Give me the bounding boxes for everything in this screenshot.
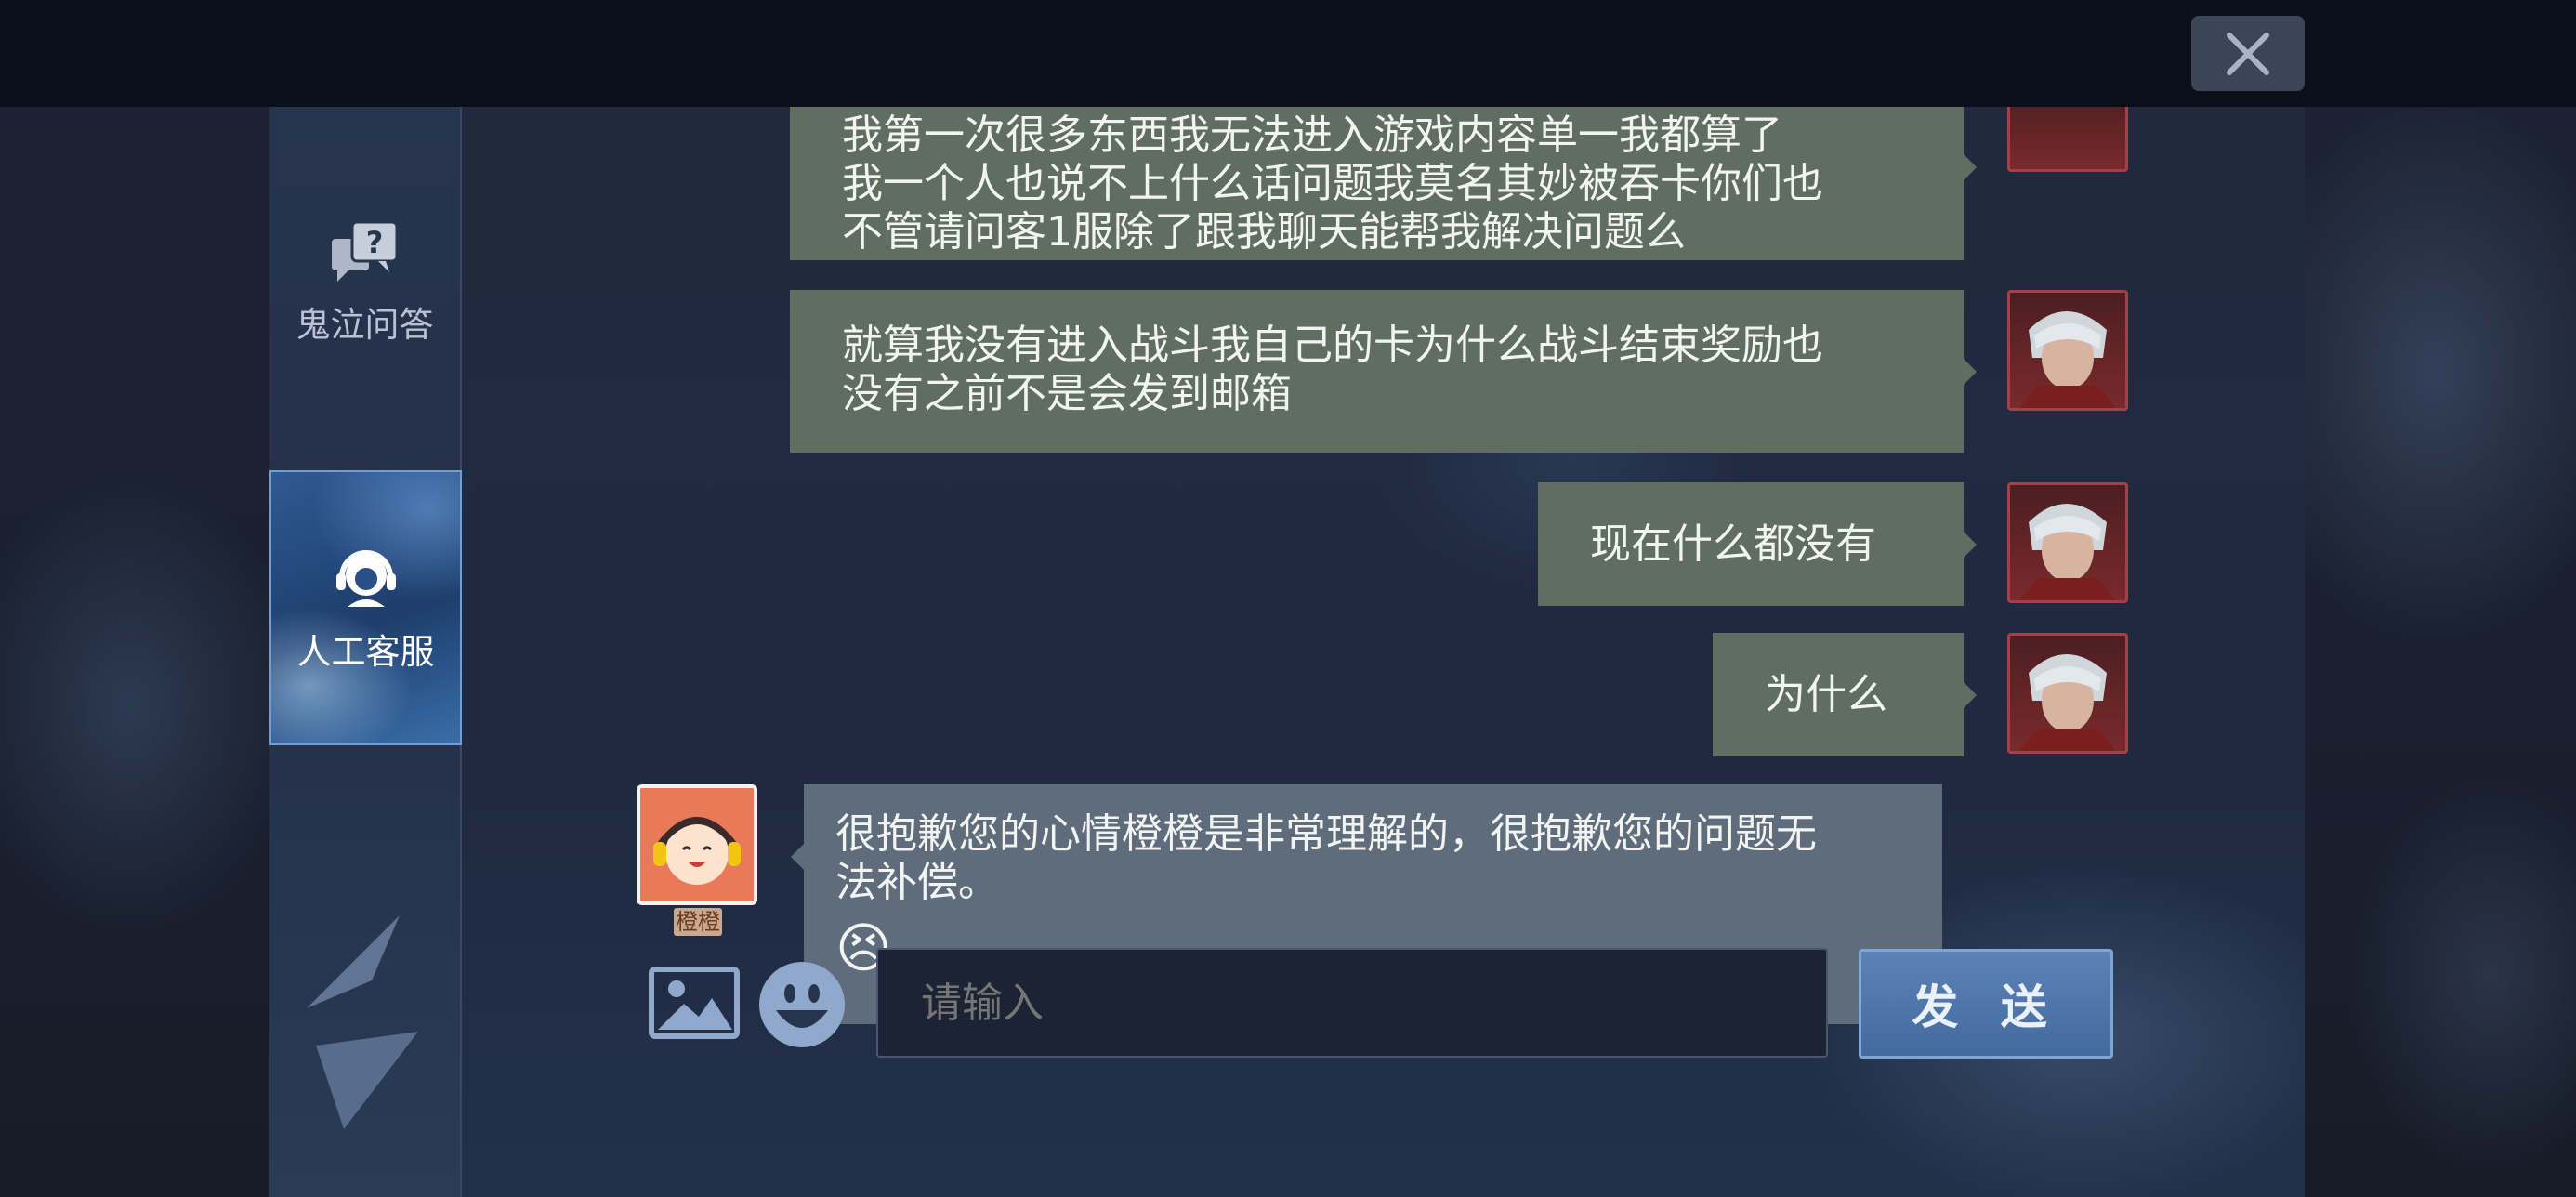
user-avatar bbox=[2007, 482, 2128, 603]
sidebar-item-faq-label: 鬼泣问答 bbox=[296, 305, 434, 345]
crystal-decoration bbox=[307, 915, 400, 1008]
bubble-tail bbox=[1964, 358, 1977, 385]
user-avatar bbox=[2007, 290, 2128, 411]
crystal-decoration bbox=[316, 1032, 418, 1129]
sidebar-item-human-service[interactable]: 人工客服 bbox=[269, 470, 462, 745]
sidebar: ? 鬼泣问答 人工客服 bbox=[269, 107, 462, 1197]
image-button[interactable] bbox=[649, 967, 740, 1039]
top-bar bbox=[0, 0, 2576, 107]
headset-agent-icon bbox=[335, 550, 396, 607]
send-button[interactable]: 发 送 bbox=[1859, 949, 2113, 1059]
close-icon bbox=[2227, 32, 2269, 75]
message-text: 为什么 bbox=[1765, 670, 1887, 718]
message-user-3: 现在什么都没有 bbox=[1538, 482, 1977, 606]
user-avatar-image bbox=[2019, 504, 2116, 600]
sidebar-item-faq[interactable]: ? 鬼泣问答 bbox=[269, 191, 460, 376]
close-button[interactable] bbox=[2191, 16, 2305, 91]
message-text: 我第一次很多东西我无法进入游戏内容单一我都算了 我一个人也说不上什么话问题我莫名… bbox=[842, 112, 1823, 256]
sidebar-item-human-service-label: 人工客服 bbox=[296, 632, 435, 672]
emoji-icon bbox=[759, 962, 845, 1047]
message-user-2: 就算我没有进入战斗我自己的卡为什么战斗结束奖励也 没有之前不是会发到邮箱 bbox=[790, 290, 1977, 453]
svg-text:?: ? bbox=[365, 225, 383, 260]
bubble-tail bbox=[1964, 531, 1977, 558]
customer-service-panel: ? 鬼泣问答 人工客服 我第一次很多东西我无法进入游戏内容单一我都算了 我一个人… bbox=[269, 107, 2305, 1197]
user-avatar bbox=[2007, 107, 2128, 172]
message-user-1: 我第一次很多东西我无法进入游戏内容单一我都算了 我一个人也说不上什么话问题我莫名… bbox=[790, 107, 1977, 260]
agent-name: 橙橙 bbox=[674, 908, 722, 936]
message-user-4: 为什么 bbox=[1713, 633, 1977, 756]
question-bubbles-icon: ? bbox=[331, 220, 398, 282]
bubble-tail bbox=[1964, 154, 1977, 180]
user-avatar-image bbox=[2019, 311, 2116, 408]
image-icon bbox=[649, 967, 740, 1039]
message-text: 很抱歉您的心情橙橙是非常理解的，很抱歉您的问题无 法补偿。 bbox=[835, 810, 1817, 906]
user-avatar-image bbox=[2019, 654, 2116, 751]
agent-avatar-image bbox=[640, 788, 754, 901]
user-avatar bbox=[2007, 633, 2128, 754]
bubble-tail bbox=[1964, 681, 1977, 708]
message-input[interactable] bbox=[876, 948, 1828, 1058]
agent-avatar bbox=[637, 784, 757, 905]
bubble-tail bbox=[791, 844, 804, 870]
message-text: 现在什么都没有 bbox=[1590, 520, 1876, 568]
emoji-button[interactable] bbox=[757, 960, 847, 1049]
message-text: 就算我没有进入战斗我自己的卡为什么战斗结束奖励也 没有之前不是会发到邮箱 bbox=[842, 322, 1823, 417]
